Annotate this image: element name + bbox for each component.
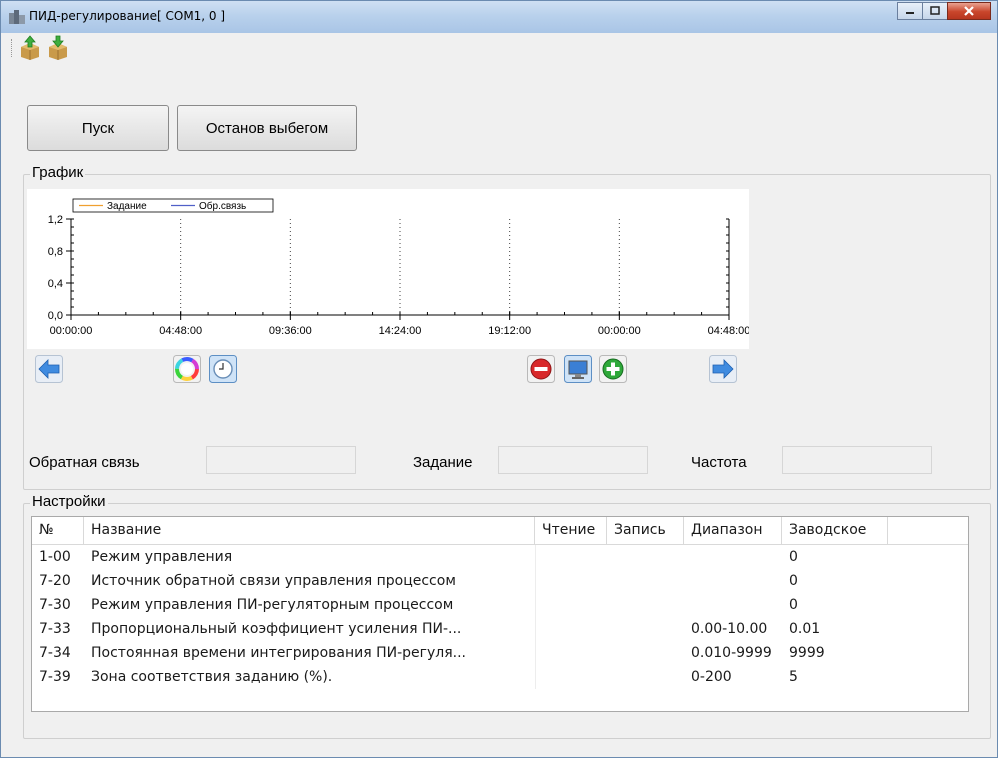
maximize-button[interactable] [922,2,948,20]
table-row[interactable]: 7-30 Режим управления ПИ-регуляторным про… [32,593,968,617]
minimize-button[interactable] [897,2,923,20]
chart-svg: 0,0 0,4 0,8 1,2 00:00:00 04:48:00 09:36:00 14:2… [48,198,750,337]
cell-number: 1-00 [39,549,71,565]
frequency-value-field [782,446,932,474]
feedback-value-field [206,446,356,474]
cell-range [684,545,782,569]
cell-name: Пропорциональный коэффициент усиления ПИ… [91,621,462,637]
minimize-icon [906,12,914,14]
cell-name: Постоянная времени интегрирования ПИ-рег… [91,645,466,661]
setpoint-label: Задание [413,454,473,471]
cell-number: 7-20 [39,573,71,589]
add-icon[interactable] [599,355,627,383]
y-tick-label: 1,2 [48,214,63,226]
cell-read [535,569,607,593]
column-header-number[interactable]: № [32,517,84,544]
cell-factory: 5 [789,669,798,685]
remove-icon[interactable] [527,355,555,383]
column-header-write[interactable]: Запись [607,517,684,544]
window-title: ПИД-регулирование[ COM1, 0 ] [29,9,226,23]
clock-icon[interactable] [209,355,237,383]
color-wheel-icon[interactable] [173,355,201,383]
coast-stop-button[interactable]: Останов выбегом [177,105,357,151]
table-row[interactable]: 7-20 Источник обратной связи управления п… [32,569,968,593]
close-icon [964,6,974,16]
cell-read [535,665,607,689]
cell-factory: 0.01 [789,621,821,637]
cell-write [607,665,684,689]
table-row[interactable]: 7-39 Зона соответствия заданию (%). 0-200 5 [32,665,968,689]
arrow-right-icon[interactable] [709,355,737,383]
legend-label: Обр.связь [199,200,246,212]
y-tick-label: 0,4 [48,278,63,290]
cell-factory: 0 [789,597,798,613]
box-upload-icon[interactable] [17,35,43,61]
column-header-read[interactable]: Чтение [535,517,607,544]
x-tick-label: 09:36:00 [269,325,312,337]
column-header-range[interactable]: Диапазон [684,517,782,544]
legend-label: Задание [107,201,147,212]
box-download-icon[interactable] [45,35,71,61]
settings-group-title: Настройки [30,493,108,510]
chart-group-title: График [30,164,86,181]
app-window: ПИД-регулирование[ COM1, 0 ] Пуск Остано… [0,0,998,758]
cell-write [607,569,684,593]
table-row[interactable]: 7-33 Пропорциональный коэффициент усилени… [32,617,968,641]
cell-factory: 9999 [789,645,825,661]
x-tick-label: 00:00:00 [50,325,93,337]
table-header: № Название Чтение Запись Диапазон Заводс… [32,517,968,545]
toolbar-grip[interactable] [11,39,14,57]
column-header-filler [888,517,968,544]
cell-number: 7-30 [39,597,71,613]
setpoint-value-field [498,446,648,474]
cell-range: 0.00-10.00 [691,621,768,637]
cell-number: 7-33 [39,621,71,637]
maximize-icon [930,6,940,15]
cell-write [607,617,684,641]
cell-name: Режим управления ПИ-регуляторным процесс… [91,597,454,613]
x-tick-label: 04:48:00 [159,325,202,337]
x-tick-label: 04:48:00 [708,325,749,337]
cell-write [607,641,684,665]
app-icon [9,10,25,24]
cell-write [607,593,684,617]
close-button[interactable] [947,2,991,20]
cell-range: 0-200 [691,669,732,685]
cell-range: 0.010-9999 [691,645,772,661]
cell-name: Источник обратной связи управления проце… [91,573,456,589]
cell-read [535,593,607,617]
table-row[interactable]: 1-00 Режим управления 0 [32,545,968,569]
cell-range [684,569,782,593]
cell-read [535,545,607,569]
column-header-factory[interactable]: Заводское [782,517,888,544]
cell-range [684,593,782,617]
y-tick-label: 0,0 [48,310,63,322]
settings-table: № Название Чтение Запись Диапазон Заводс… [31,516,969,712]
column-header-name[interactable]: Название [84,517,535,544]
feedback-label: Обратная связь [29,454,140,471]
x-tick-label: 00:00:00 [598,325,641,337]
table-row[interactable]: 7-34 Постоянная времени интегрирования ПИ… [32,641,968,665]
y-tick-label: 0,8 [48,246,63,258]
x-tick-label: 14:24:00 [379,325,422,337]
cell-factory: 0 [789,549,798,565]
chart-area: 0,0 0,4 0,8 1,2 00:00:00 04:48:00 09:36:00 14:2… [27,189,750,349]
cell-read [535,641,607,665]
frequency-label: Частота [691,454,747,471]
cell-read [535,617,607,641]
cell-number: 7-34 [39,645,71,661]
title-bar[interactable]: ПИД-регулирование[ COM1, 0 ] [1,1,997,33]
cell-factory: 0 [789,573,798,589]
cell-name: Зона соответствия заданию (%). [91,669,333,685]
cell-name: Режим управления [91,549,233,565]
cell-write [607,545,684,569]
cell-number: 7-39 [39,669,71,685]
toolbar [9,33,991,63]
monitor-icon[interactable] [564,355,592,383]
start-button[interactable]: Пуск [27,105,169,151]
x-tick-label: 19:12:00 [488,325,531,337]
arrow-left-icon[interactable] [35,355,63,383]
